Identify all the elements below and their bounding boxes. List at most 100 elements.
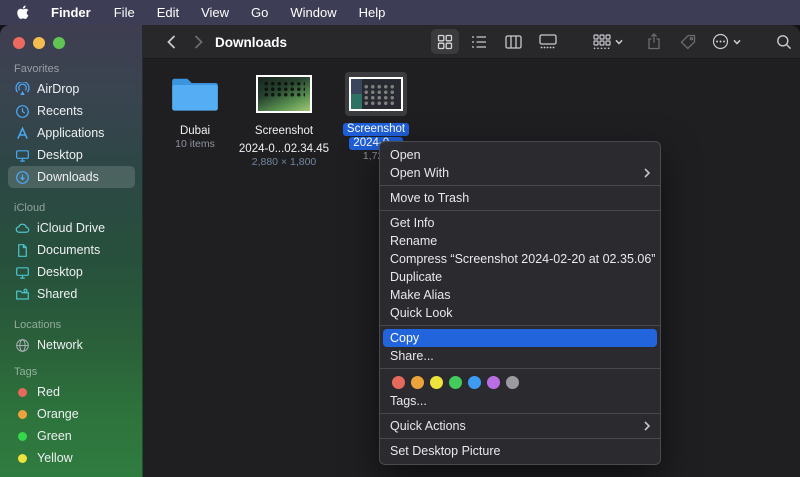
menu-item-rename[interactable]: Rename [383, 232, 657, 250]
sidebar-item-label: Downloads [37, 170, 99, 184]
menu-item-duplicate[interactable]: Duplicate [383, 268, 657, 286]
sidebar-item-label: iCloud Drive [37, 221, 105, 235]
menu-separator [380, 413, 660, 414]
section-label: Locations [8, 319, 135, 334]
menubar-item-help[interactable]: Help [348, 0, 397, 25]
sidebar-section-tags: Tags Red Orange Green Yellow [8, 366, 135, 469]
menubar-item-edit[interactable]: Edit [146, 0, 190, 25]
window-controls [13, 37, 65, 49]
sidebar-item-icloud-drive[interactable]: iCloud Drive [8, 217, 135, 239]
green-tag-swatch[interactable] [449, 376, 462, 389]
file-name: Dubai [149, 125, 241, 138]
search-button[interactable] [771, 29, 797, 54]
purple-tag-swatch[interactable] [487, 376, 500, 389]
cloud-icon [14, 220, 30, 236]
sidebar-item-label: Yellow [37, 451, 73, 465]
sidebar-item-label: Shared [37, 287, 77, 301]
minimize-button[interactable] [33, 37, 45, 49]
selection-highlight [345, 72, 407, 116]
more-actions-button[interactable] [706, 29, 746, 54]
sidebar-item-desktop[interactable]: Desktop [8, 144, 135, 166]
share-button[interactable] [641, 29, 667, 54]
submenu-chevron-icon [644, 168, 650, 178]
downloads-icon [14, 169, 30, 185]
sidebar-item-label: Green [37, 429, 72, 443]
sidebar-section-favorites: Favorites AirDrop Recents [8, 63, 135, 188]
menu-item-make-alias[interactable]: Make Alias [383, 286, 657, 304]
file-dimensions: 2,880 × 1,800 [238, 156, 330, 169]
chevron-down-icon [733, 39, 741, 45]
document-icon [14, 242, 30, 258]
sidebar-item-tag-green[interactable]: Green [8, 425, 135, 447]
sidebar-item-tag-red[interactable]: Red [8, 381, 135, 403]
yellow-tag-swatch[interactable] [430, 376, 443, 389]
group-by-button[interactable] [588, 29, 628, 54]
red-tag-swatch[interactable] [392, 376, 405, 389]
menu-item-copy[interactable]: Copy [383, 329, 657, 347]
section-label: iCloud [8, 202, 135, 217]
section-label: Tags [8, 366, 135, 381]
tag-button[interactable] [675, 29, 701, 54]
sidebar-item-icloud-desktop[interactable]: Desktop [8, 261, 135, 283]
menubar-item-view[interactable]: View [190, 0, 240, 25]
sidebar: Favorites AirDrop Recents [0, 25, 143, 477]
desktop-icon [14, 147, 30, 163]
gallery-view-button[interactable] [533, 29, 563, 54]
menu-item-compress[interactable]: Compress “Screenshot 2024-02-20 at 02.35… [383, 250, 657, 268]
submenu-chevron-icon [644, 421, 650, 431]
sidebar-item-shared[interactable]: Shared [8, 283, 135, 305]
menu-item-get-info[interactable]: Get Info [383, 214, 657, 232]
window-title: Downloads [215, 25, 287, 59]
sidebar-item-applications[interactable]: Applications [8, 122, 135, 144]
menu-separator [380, 185, 660, 186]
sidebar-item-label: AirDrop [37, 82, 79, 96]
green-tag-icon [14, 428, 30, 444]
file-dubai-folder[interactable]: Dubai 10 items [149, 68, 241, 151]
file-screenshot-1[interactable]: Screenshot 2024-0...02.34.45 2,880 × 1,8… [238, 68, 330, 169]
list-view-button[interactable] [465, 29, 493, 54]
menubar-item-file[interactable]: File [103, 0, 146, 25]
apple-menu[interactable] [12, 5, 39, 20]
sidebar-item-tag-yellow[interactable]: Yellow [8, 447, 135, 469]
menu-item-tags[interactable]: Tags... [383, 392, 657, 410]
toolbar: Downloads [143, 25, 800, 59]
clock-icon [14, 103, 30, 119]
sidebar-item-network[interactable]: Network [8, 334, 135, 356]
column-view-button[interactable] [499, 29, 527, 54]
menu-item-quick-actions[interactable]: Quick Actions [383, 417, 657, 435]
sidebar-item-tag-orange[interactable]: Orange [8, 403, 135, 425]
sidebar-item-documents[interactable]: Documents [8, 239, 135, 261]
context-menu: Open Open With Move to Trash Get Info Re… [379, 141, 661, 465]
menu-item-quick-look[interactable]: Quick Look [383, 304, 657, 322]
menubar-item-finder[interactable]: Finder [39, 0, 103, 25]
orange-tag-swatch[interactable] [411, 376, 424, 389]
sidebar-item-downloads[interactable]: Downloads [8, 166, 135, 188]
forward-button[interactable] [188, 29, 208, 54]
zoom-button[interactable] [53, 37, 65, 49]
menu-item-share[interactable]: Share... [383, 347, 657, 365]
sidebar-item-label: Desktop [37, 148, 83, 162]
blue-tag-swatch[interactable] [468, 376, 481, 389]
close-button[interactable] [13, 37, 25, 49]
menu-item-open[interactable]: Open [383, 146, 657, 164]
yellow-tag-icon [14, 450, 30, 466]
menubar-item-window[interactable]: Window [279, 0, 347, 25]
back-button[interactable] [161, 29, 181, 54]
shared-folder-icon [14, 286, 30, 302]
gray-tag-swatch[interactable] [506, 376, 519, 389]
sidebar-section-icloud: iCloud iCloud Drive Documents [8, 202, 135, 305]
menu-item-set-desktop-picture[interactable]: Set Desktop Picture [383, 442, 657, 460]
menubar-item-go[interactable]: Go [240, 0, 279, 25]
airdrop-icon [14, 81, 30, 97]
orange-tag-icon [14, 406, 30, 422]
menu-separator [380, 325, 660, 326]
sidebar-item-airdrop[interactable]: AirDrop [8, 78, 135, 100]
menu-item-open-with[interactable]: Open With [383, 164, 657, 182]
menu-item-move-to-trash[interactable]: Move to Trash [383, 189, 657, 207]
chevron-down-icon [615, 39, 623, 45]
applications-icon [14, 125, 30, 141]
grid-view-button[interactable] [431, 29, 459, 54]
file-name-line2: 2024-0...02.34.45 [238, 143, 330, 156]
tag-color-row [380, 372, 660, 392]
sidebar-item-recents[interactable]: Recents [8, 100, 135, 122]
